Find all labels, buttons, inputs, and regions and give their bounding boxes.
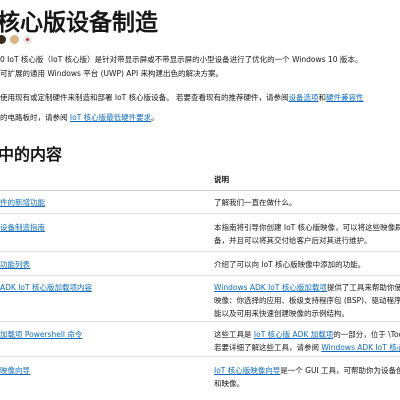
hardware-compat-link[interactable]: 硬件兼容性 [326,93,364,102]
row-description: 备，并且可以将其交付给客户后对其进行维护。 [214,236,372,245]
table-divider [0,275,400,276]
intro-text: 的电路板时，请参阅 [0,113,70,122]
table-divider [0,213,400,214]
section-heading: 中的内容 [0,145,63,164]
intro-text: 和 [318,93,327,102]
topic-link[interactable]: 映像向导 [0,366,30,375]
row-description: 本指南将引导你创建 IoT 核心版映像，可以将这些映像刷 [214,223,400,232]
table-row: 件的新增功能 [0,196,45,209]
intro-text: 使用现有或定制硬件来制造和部署 IoT 核心版设备。 若要查看现有的推荐硬件，请… [0,93,289,102]
adk-addon-link[interactable]: Windows ADK IoT 核心版加载项 [214,283,327,292]
topic-link[interactable]: 件的新增功能 [0,198,45,207]
intro-line-2: 可扩展的通用 Windows 平台 (UWP) API 来构建出色的解决方案。 [0,69,224,78]
table-row: 加载项 Powershell 命令 [0,328,82,341]
intro-line-4: 的电路板时，请参阅 IoT 核心版最低硬件要求。 [0,111,159,124]
row-description: 能以及可用来快速创建映像的示例结构。 [214,309,349,318]
table-header-description: 说明 [214,175,229,184]
row-description: 和映像。 [214,379,244,388]
row-description: IoT 核心版映像向导是一个 GUI 工具，可帮助你为设备创建 [214,364,400,377]
table-divider [0,190,400,191]
topic-link[interactable]: 加载项 Powershell 命令 [0,330,82,339]
table-row: 设备制造指南 [0,221,45,234]
intro-line-3: 使用现有或定制硬件来制造和部署 IoT 核心版设备。 若要查看现有的推荐硬件，请… [0,91,364,104]
desc-text: 若要详细了解这些工具，请参阅 [214,343,322,352]
desc-text: 的一部分，位于 \Tool [333,330,400,339]
table-divider [0,321,400,322]
desc-text: 这些工具是 [214,330,254,339]
table-divider [0,356,400,357]
desc-text: 提供了工具来帮助你使用下列项目自 [326,283,400,292]
table-divider [0,251,400,252]
table-row: 功能列表 [0,258,30,271]
topic-link[interactable]: ADK IoT 核心版加载项内容 [0,283,92,292]
topic-link[interactable]: 功能列表 [0,260,30,269]
min-hw-req-link[interactable]: IoT 核心版最低硬件要求 [70,113,151,122]
contributors[interactable] [0,34,35,45]
table-row: ADK IoT 核心版加载项内容 [0,281,92,294]
desc-text: 是一个 GUI 工具，可帮助你为设备创建 [280,366,400,375]
row-description: 映像：你选择的应用、板级支持程序包 (BSP)、驱动程序和 [214,296,400,305]
device-options-link[interactable]: 设备选项 [289,93,319,102]
row-description: Windows ADK IoT 核心版加载项提供了工具来帮助你使用下列项目自 [214,281,400,294]
contributor-avatar[interactable] [9,34,20,45]
row-description: 了解我们一直在做什么。 [214,198,297,207]
contributor-avatar[interactable] [22,34,33,45]
article-page: 核心版设备制造 0 IoT 核心版（IoT 核心版）是针对带显示屏或不带显示屏的… [0,0,400,400]
windows-adk-link[interactable]: Windows ADK IoT 核心 [321,343,400,352]
row-description: 这些工具是 IoT 核心版 ADK 加载项的一部分，位于 \Tool [214,328,400,341]
table-row: 映像向导 [0,364,30,377]
contributor-avatar[interactable] [0,34,7,45]
page-title: 核心版设备制造 [0,10,158,36]
adk-addon-link[interactable]: IoT 核心版 ADK 加载项 [254,330,333,339]
intro-line-1: 0 IoT 核心版（IoT 核心版）是针对带显示屏或不带显示屏的小型设备进行了优… [0,55,363,64]
row-description: 介绍了可以向 IoT 核心版映像中添加的功能。 [214,260,366,269]
intro-text: 。 [151,113,159,122]
topic-link[interactable]: 设备制造指南 [0,223,45,232]
row-description: 若要详细了解这些工具，请参阅 Windows ADK IoT 核心 [214,341,400,354]
image-wizard-link[interactable]: IoT 核心版映像向导 [214,366,280,375]
